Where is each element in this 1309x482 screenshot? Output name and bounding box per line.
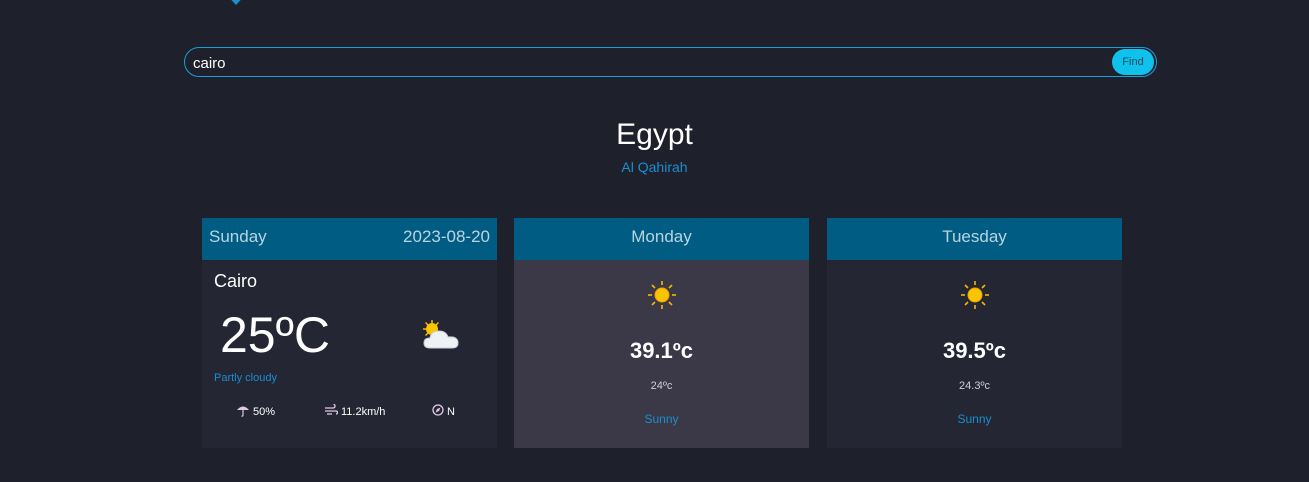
partly-cloudy-icon: [418, 318, 464, 354]
current-temp: 25ºC: [220, 307, 330, 363]
today-card: Sunday 2023-08-20 Cairo 25ºC Partly clou…: [202, 218, 497, 448]
today-date: 2023-08-20: [403, 227, 490, 246]
country-title: Egypt: [616, 118, 693, 151]
weather-app: Find Egypt Al Qahirah Sunday 2023-08-20 …: [0, 0, 1309, 482]
direction-value: N: [447, 405, 455, 418]
region-label: Al Qahirah: [621, 159, 688, 175]
forecast-condition: Sunny: [957, 412, 992, 426]
search-input[interactable]: [193, 51, 1093, 75]
compass-icon: [432, 404, 444, 419]
sun-icon: [960, 280, 990, 310]
min-temp: 24ºc: [650, 380, 673, 392]
wind-value: 11.2km/h: [341, 405, 386, 418]
find-button[interactable]: Find: [1112, 49, 1154, 75]
direction-stat: N: [432, 404, 455, 419]
forecast-card: Tuesday 39.5ºc 24.3ºc Sunny: [827, 218, 1122, 448]
max-temp: 39.5ºc: [942, 338, 1007, 363]
min-temp: 24.3ºc: [959, 380, 990, 392]
today-card-header: Sunday 2023-08-20: [202, 218, 497, 260]
rain-value: 50%: [253, 406, 276, 418]
today-day: Sunday: [209, 227, 267, 246]
logo-icon[interactable]: [221, 0, 251, 14]
search-bar: Find: [184, 47, 1157, 77]
sun-icon: [647, 280, 677, 310]
today-condition: Partly cloudy: [214, 372, 277, 384]
wind-stat: 11.2km/h: [324, 403, 386, 419]
forecast-day: Monday: [514, 218, 809, 260]
wind-icon: [324, 403, 339, 419]
forecast-card: Monday 39.1ºc 24ºc Sunny: [514, 218, 809, 448]
forecast-day: Tuesday: [827, 218, 1122, 260]
city-name: Cairo: [214, 271, 258, 291]
forecast-condition: Sunny: [644, 412, 679, 426]
umbrella-icon: [236, 404, 250, 420]
rain-stat: 50%: [236, 404, 275, 420]
max-temp: 39.1ºc: [629, 338, 694, 363]
